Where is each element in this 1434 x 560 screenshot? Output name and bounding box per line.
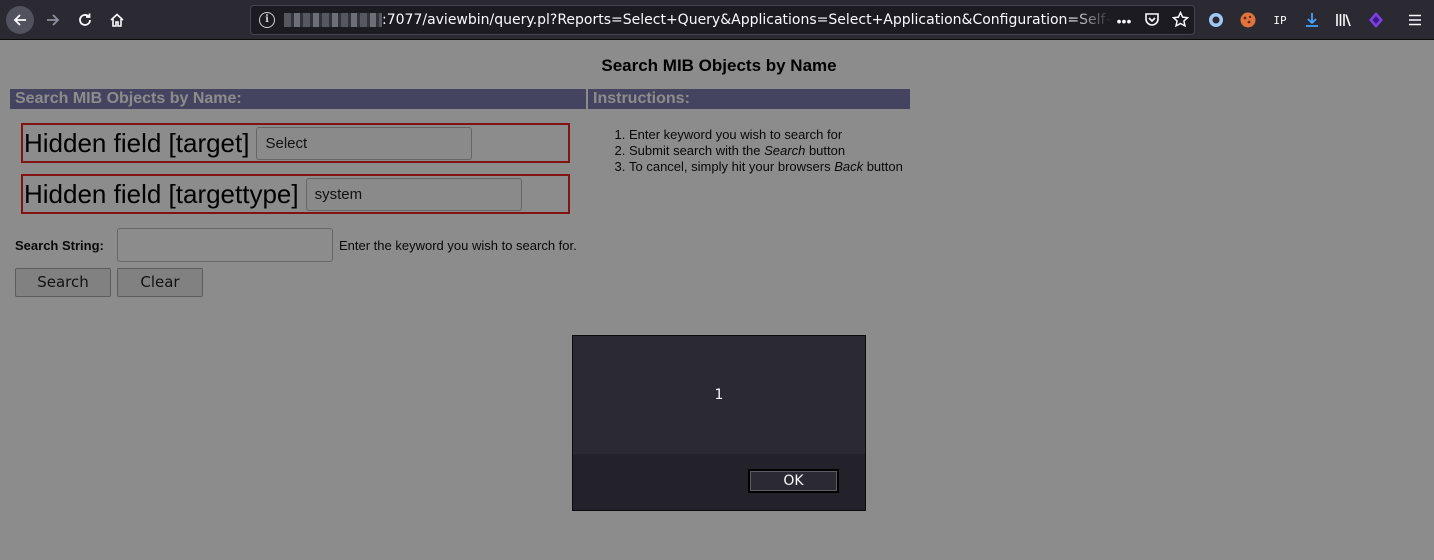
url-text: :7077/aviewbin/query.pl?Reports=Select+Q… [382,12,1112,28]
info-icon[interactable]: i [259,12,275,28]
library-icon[interactable] [1332,8,1356,32]
alert-message: 1 [714,387,724,403]
star-icon[interactable] [1170,10,1190,31]
alert-dialog: 1 OK [572,335,866,511]
ok-button[interactable]: OK [748,469,839,493]
download-icon[interactable] [1300,8,1324,32]
extension-circle-icon[interactable] [1204,8,1228,32]
menu-icon[interactable] [1403,8,1427,32]
back-icon[interactable] [6,6,34,34]
home-icon[interactable] [103,6,131,34]
extension-diamond-icon[interactable] [1364,8,1388,32]
more-icon[interactable]: ••• [1114,11,1134,31]
pocket-icon[interactable] [1142,11,1162,31]
redacted-host [284,13,382,27]
alert-footer: OK [573,454,865,510]
forward-icon[interactable] [39,6,67,34]
reload-icon[interactable] [71,6,99,34]
browser-toolbar: i :7077/aviewbin/query.pl?Reports=Select… [0,0,1434,40]
url-bar[interactable]: i :7077/aviewbin/query.pl?Reports=Select… [250,5,1195,35]
ip-icon[interactable]: IP [1268,8,1292,32]
cookie-icon[interactable] [1236,8,1260,32]
alert-body: 1 [573,336,865,454]
